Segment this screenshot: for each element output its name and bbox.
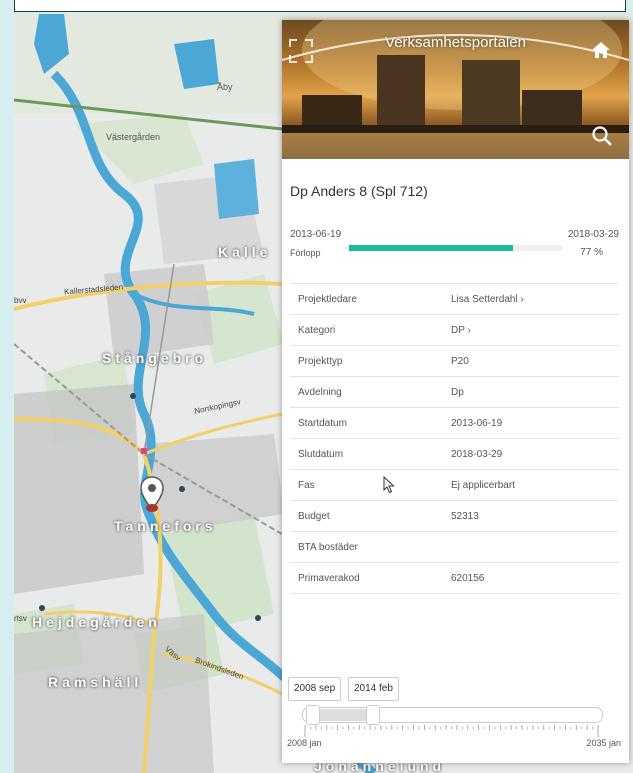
detail-value: 52313 bbox=[451, 500, 619, 532]
timeline-ticks bbox=[304, 725, 599, 737]
detail-label: Projektledare bbox=[290, 283, 451, 315]
detail-link[interactable]: DP › bbox=[451, 314, 619, 346]
detail-row[interactable]: Kategori DP › bbox=[290, 314, 619, 346]
timeline-handle-to[interactable] bbox=[365, 705, 380, 725]
road-label-isv: rtsv bbox=[14, 614, 27, 623]
detail-label: Budget bbox=[290, 500, 451, 532]
timeline-handle-from[interactable] bbox=[305, 705, 320, 725]
detail-label: Avdelning bbox=[290, 376, 451, 408]
timeline-from-button[interactable]: 2008 sep bbox=[288, 677, 342, 701]
detail-label: Kategori bbox=[290, 314, 451, 346]
place-label-tannefors: Tannefors bbox=[114, 518, 217, 534]
mouse-cursor-icon bbox=[383, 476, 395, 494]
progress-start-date: 2013-06-19 bbox=[290, 229, 342, 240]
detail-row: Primaverakod 620156 bbox=[290, 562, 619, 594]
detail-row: Budget 52313 bbox=[290, 500, 619, 532]
place-label-ramshall: Ramshäll bbox=[48, 674, 143, 690]
detail-row: Fas Ej applicerbart bbox=[290, 469, 619, 501]
detail-label: Projekttyp bbox=[290, 345, 451, 377]
place-label-vastergarden: Västergården bbox=[106, 132, 161, 142]
project-info-panel: Verksamhetsportalen Dp Anders 8 (Spl 712… bbox=[282, 20, 629, 763]
progress-percent: 77 % bbox=[580, 247, 603, 258]
timeline-slider-range bbox=[311, 709, 372, 721]
detail-value: P20 bbox=[451, 345, 619, 377]
detail-row: Projekttyp P20 bbox=[290, 345, 619, 377]
expand-icon[interactable] bbox=[288, 38, 314, 64]
detail-label: Slutdatum bbox=[290, 438, 451, 470]
project-details-table: Projektledare Lisa Setterdahl › Kategori DP… bbox=[290, 283, 619, 594]
progress-bar-fill bbox=[349, 245, 513, 251]
detail-label: Fas bbox=[290, 469, 451, 501]
panel-header-photo: Verksamhetsportalen bbox=[282, 20, 629, 159]
timeline-to-button[interactable]: 2014 feb bbox=[348, 677, 399, 701]
detail-label: BTA bostäder bbox=[290, 531, 451, 563]
road-label-byv: bvv bbox=[14, 296, 27, 305]
home-icon[interactable] bbox=[591, 40, 611, 60]
detail-value: 2018-03-29 bbox=[451, 438, 619, 470]
project-title: Dp Anders 8 (Spl 712) bbox=[290, 183, 428, 199]
detail-value: Ej applicerbart bbox=[451, 469, 619, 501]
progress-label: Förlopp bbox=[290, 248, 321, 258]
timeline-slider[interactable] bbox=[302, 705, 603, 725]
place-label-stangebro: Stångebro bbox=[102, 350, 208, 366]
detail-label: Primaverakod bbox=[290, 562, 451, 594]
detail-row: Startdatum 2013-06-19 bbox=[290, 407, 619, 439]
place-label-kallerstad: Kalle bbox=[218, 244, 272, 260]
location-pin-icon[interactable] bbox=[140, 476, 164, 512]
detail-row: BTA bostäder bbox=[290, 531, 619, 563]
progress-end-date: 2018-03-29 bbox=[567, 229, 619, 240]
detail-link[interactable]: Lisa Setterdahl › bbox=[451, 283, 619, 315]
timeline-min-label: 2008 jan bbox=[287, 738, 322, 748]
detail-value bbox=[451, 531, 619, 563]
detail-row[interactable]: Projektledare Lisa Setterdahl › bbox=[290, 283, 619, 315]
place-label-hejdegarden: Hejdegården bbox=[32, 614, 161, 630]
detail-value: 2013-06-19 bbox=[451, 407, 619, 439]
place-label-aby: Åby bbox=[217, 82, 233, 92]
portal-title: Verksamhetsportalen bbox=[385, 34, 526, 51]
timeline-max-label: 2035 jan bbox=[586, 738, 621, 748]
detail-value: Dp bbox=[451, 376, 619, 408]
search-icon[interactable] bbox=[591, 125, 613, 147]
detail-row: Slutdatum 2018-03-29 bbox=[290, 438, 619, 470]
detail-value: 620156 bbox=[451, 562, 619, 594]
progress-bar bbox=[349, 245, 562, 251]
detail-label: Startdatum bbox=[290, 407, 451, 439]
detail-row: Avdelning Dp bbox=[290, 376, 619, 408]
top-toolbar bbox=[14, 0, 626, 12]
